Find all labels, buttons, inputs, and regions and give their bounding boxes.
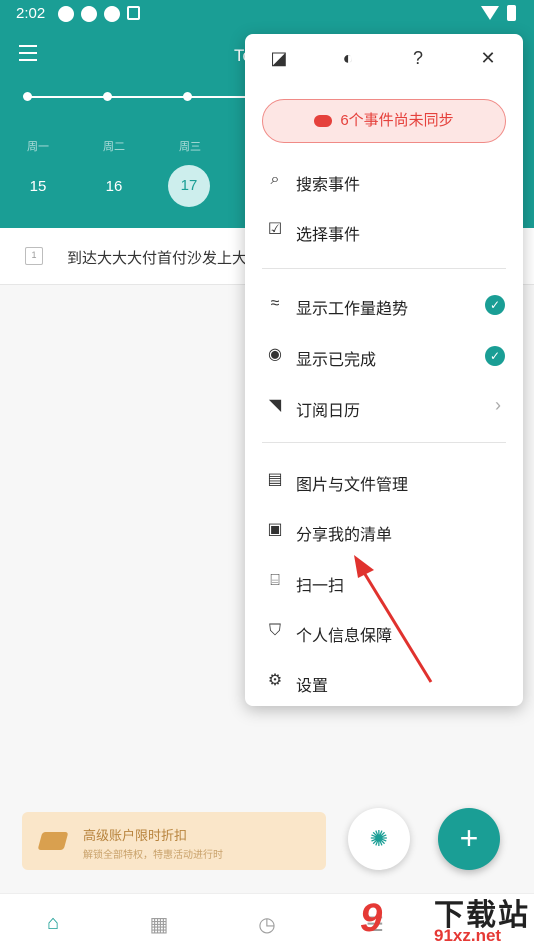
add-event-button[interactable]: + bbox=[438, 808, 500, 870]
gear-icon: ⚙ bbox=[267, 672, 283, 689]
scan-icon: ⌸ bbox=[270, 572, 280, 589]
watermark-url: 91xz.net bbox=[434, 926, 502, 945]
cloud-off-icon bbox=[314, 115, 333, 128]
status-bar: 2:02 bbox=[0, 0, 534, 28]
day-16[interactable]: 16 bbox=[92, 178, 136, 195]
task-title: 到达大大大付首付沙发上大 bbox=[67, 250, 248, 267]
divider bbox=[262, 442, 506, 443]
menu-item-label: 扫一扫 bbox=[296, 578, 345, 595]
menu-icon[interactable] bbox=[19, 45, 37, 66]
theme-icon[interactable]: ◪ bbox=[267, 46, 291, 70]
radio-icon: ◉ bbox=[268, 346, 282, 363]
tag-icon bbox=[37, 832, 69, 850]
menu-item-label: 设置 bbox=[296, 678, 329, 695]
menu-item-search[interactable]: ⌕ 搜索事件 bbox=[245, 161, 523, 201]
chevron-right-icon: › bbox=[495, 395, 501, 415]
menu-item-show-completed[interactable]: ◉ 显示已完成 ✓ bbox=[245, 336, 523, 376]
notification-icons bbox=[58, 6, 140, 22]
file-icon: ▤ bbox=[267, 471, 283, 488]
search-icon: ⌕ bbox=[270, 171, 280, 188]
calendar-icon[interactable]: ▦ bbox=[147, 912, 171, 937]
home-icon[interactable]: ⌂ bbox=[41, 912, 65, 935]
sync-status-button[interactable]: 6个事件尚未同步 bbox=[262, 99, 506, 143]
watermark: 9 下载站 91xz.net bbox=[360, 888, 534, 950]
day-17-selected[interactable]: 17 bbox=[168, 165, 210, 207]
check-icon[interactable]: ✓ bbox=[485, 295, 505, 315]
day-15[interactable]: 15 bbox=[16, 178, 60, 195]
trend-icon: ≈ bbox=[270, 295, 280, 312]
premium-promo-banner[interactable]: 高级账户限时折扣 解锁全部特权，特惠活动进行时 bbox=[22, 812, 326, 870]
check-icon[interactable]: ✓ bbox=[485, 346, 505, 366]
menu-item-label: 搜索事件 bbox=[296, 177, 361, 194]
menu-item-settings[interactable]: ⚙ 设置 bbox=[245, 662, 523, 702]
menu-item-label: 订阅日历 bbox=[296, 403, 361, 420]
notification-icon bbox=[81, 6, 97, 22]
plus-icon: + bbox=[459, 820, 479, 856]
trend-dot bbox=[103, 92, 112, 101]
menu-toolbar: ◪ ◐ ? ✕ bbox=[245, 34, 523, 82]
shield-icon: ⛉ bbox=[268, 622, 281, 639]
close-icon[interactable]: ✕ bbox=[476, 46, 500, 70]
divider bbox=[262, 268, 506, 269]
menu-item-label: 图片与文件管理 bbox=[296, 477, 409, 494]
notification-icon bbox=[127, 6, 140, 20]
menu-item-subscribe-calendar[interactable]: ◥ 订阅日历 › bbox=[245, 387, 523, 427]
notification-icon bbox=[104, 6, 120, 22]
watermark-logo: 9 bbox=[360, 896, 383, 940]
weekday-label: 周二 bbox=[103, 141, 125, 153]
timer-icon[interactable]: ◷ bbox=[255, 912, 279, 937]
globe-icon[interactable]: ◐ bbox=[336, 46, 360, 70]
task-checkbox[interactable]: 1 bbox=[25, 247, 43, 265]
workload-trend-line bbox=[27, 96, 267, 98]
promo-title: 高级账户限时折扣 bbox=[83, 828, 188, 843]
sync-label: 6个事件尚未同步 bbox=[340, 112, 454, 129]
menu-item-label: 显示工作量趋势 bbox=[296, 301, 409, 318]
status-right bbox=[481, 5, 516, 21]
menu-item-privacy[interactable]: ⛉ 个人信息保障 bbox=[245, 612, 523, 652]
menu-item-files[interactable]: ▤ 图片与文件管理 bbox=[245, 461, 523, 501]
options-menu: ◪ ◐ ? ✕ 6个事件尚未同步 ⌕ 搜索事件 ☑ 选择事件 ≈ 显示工作量趋势… bbox=[245, 34, 523, 706]
weekday-label: 周一 bbox=[27, 141, 49, 153]
help-icon[interactable]: ? bbox=[406, 46, 430, 70]
status-time: 2:02 bbox=[16, 5, 46, 22]
checkbox-icon: ☑ bbox=[267, 221, 283, 238]
menu-item-label: 选择事件 bbox=[296, 227, 361, 244]
menu-item-share-list[interactable]: ▣ 分享我的清单 bbox=[245, 511, 523, 551]
weekday-label: 周三 bbox=[179, 141, 201, 153]
menu-item-select[interactable]: ☑ 选择事件 bbox=[245, 211, 523, 251]
menu-item-label: 个人信息保障 bbox=[296, 628, 393, 645]
menu-item-scan[interactable]: ⌸ 扫一扫 bbox=[245, 562, 523, 602]
menu-item-workload-trend[interactable]: ≈ 显示工作量趋势 ✓ bbox=[245, 285, 523, 325]
battery-icon bbox=[507, 5, 516, 21]
sun-button[interactable]: ✺ bbox=[348, 808, 410, 870]
trend-dot bbox=[183, 92, 192, 101]
clipboard-icon: ▣ bbox=[267, 521, 283, 538]
promo-subtitle: 解锁全部特权，特惠活动进行时 bbox=[83, 850, 223, 861]
menu-item-label: 显示已完成 bbox=[296, 352, 377, 369]
sun-icon: ✺ bbox=[369, 826, 389, 851]
rss-icon: ◥ bbox=[268, 397, 282, 414]
wifi-icon bbox=[481, 6, 499, 20]
trend-dot bbox=[23, 92, 32, 101]
notification-icon bbox=[58, 6, 74, 22]
menu-item-label: 分享我的清单 bbox=[296, 527, 393, 544]
